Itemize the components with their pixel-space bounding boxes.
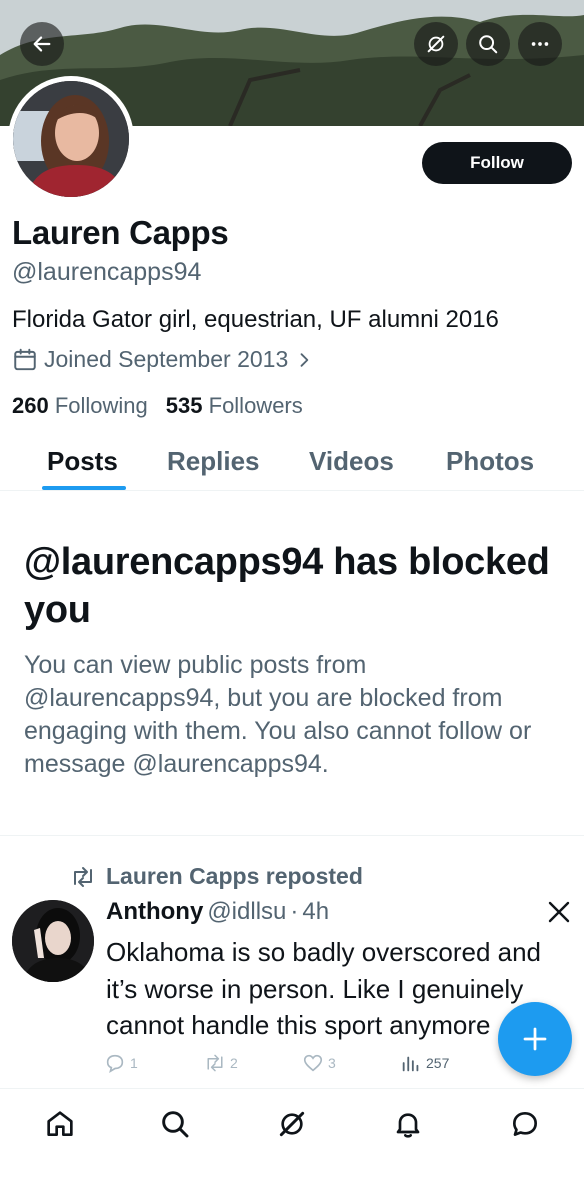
views-button[interactable]: 257 [400,1052,449,1074]
reply-icon [106,1054,124,1073]
repost-action-icon [207,1054,223,1072]
reply-count: 1 [130,1055,138,1071]
repost-button[interactable]: 2 [204,1052,238,1074]
x-logo-icon [547,900,571,929]
avatar-photo [13,81,129,197]
post-time: 4h [302,898,330,925]
tab-posts[interactable]: Posts [47,446,118,477]
search-icon [162,1111,189,1138]
repost-icon [74,866,92,887]
section-divider [0,835,584,836]
view-count: 257 [426,1055,450,1071]
search-icon [479,35,498,54]
back-button[interactable] [20,22,64,66]
following-label: Following [54,393,148,418]
repost-context[interactable]: Lauren Capps reposted [70,863,363,890]
post-author-avatar[interactable] [12,900,94,982]
following-count: 260 [12,393,49,418]
notifications-icon [396,1113,420,1138]
like-count: 3 [328,1055,336,1071]
blocked-message: You can view public posts from @laurenca… [24,651,532,778]
joined-label: Joined September 2013 [44,346,289,372]
followers-label: Followers [208,393,303,418]
back-arrow-icon [33,36,51,52]
like-button[interactable]: 3 [302,1052,336,1074]
reply-button[interactable]: 1 [104,1052,138,1074]
tab-videos[interactable]: Videos [309,446,394,477]
compose-button[interactable] [498,1002,572,1076]
follow-stats: 260 Following 535 Followers [12,393,303,419]
views-icon [402,1056,419,1072]
nav-messages[interactable] [505,1104,545,1144]
grok-icon [427,35,445,53]
tab-replies[interactable]: Replies [167,446,260,477]
profile-avatar[interactable] [8,76,134,202]
more-button[interactable] [518,22,562,66]
messages-icon [513,1112,537,1136]
following-link[interactable]: 260 Following [12,393,148,419]
joined-date[interactable]: Joined September 2013 [12,346,314,373]
nav-home[interactable] [40,1104,80,1144]
home-icon [47,1111,73,1136]
nav-search[interactable] [155,1104,195,1144]
followers-link[interactable]: 535 Followers [166,393,303,419]
follow-button[interactable]: Follow [422,142,572,184]
calendar-icon [14,348,36,370]
grok-button[interactable] [414,22,458,66]
chevron-right-icon [300,352,309,367]
post-author-handle[interactable]: @idllsu [207,898,286,926]
repost-count: 2 [230,1055,238,1071]
plus-icon [523,1027,547,1051]
profile-bio: Florida Gator girl, equestrian, UF alumn… [12,306,499,333]
grok-icon [279,1111,305,1137]
post-separator: · [290,898,299,925]
post-header: Anthony @idllsu · 4h [106,898,329,926]
blocked-title: @laurencapps94 has blocked you [24,541,550,631]
heart-icon [303,1054,323,1072]
followers-count: 535 [165,393,203,418]
profile-name: Lauren Capps [12,214,229,251]
nav-notifications[interactable] [388,1104,428,1144]
search-button[interactable] [466,22,510,66]
nav-grok[interactable] [272,1104,312,1144]
tabs-divider [0,490,584,491]
post-author-name[interactable]: Anthony [106,898,203,926]
tab-photos[interactable]: Photos [446,446,534,477]
repost-label: Lauren Capps reposted [106,863,363,889]
profile-handle: @laurencapps94 [12,258,202,286]
more-icon [531,42,549,46]
